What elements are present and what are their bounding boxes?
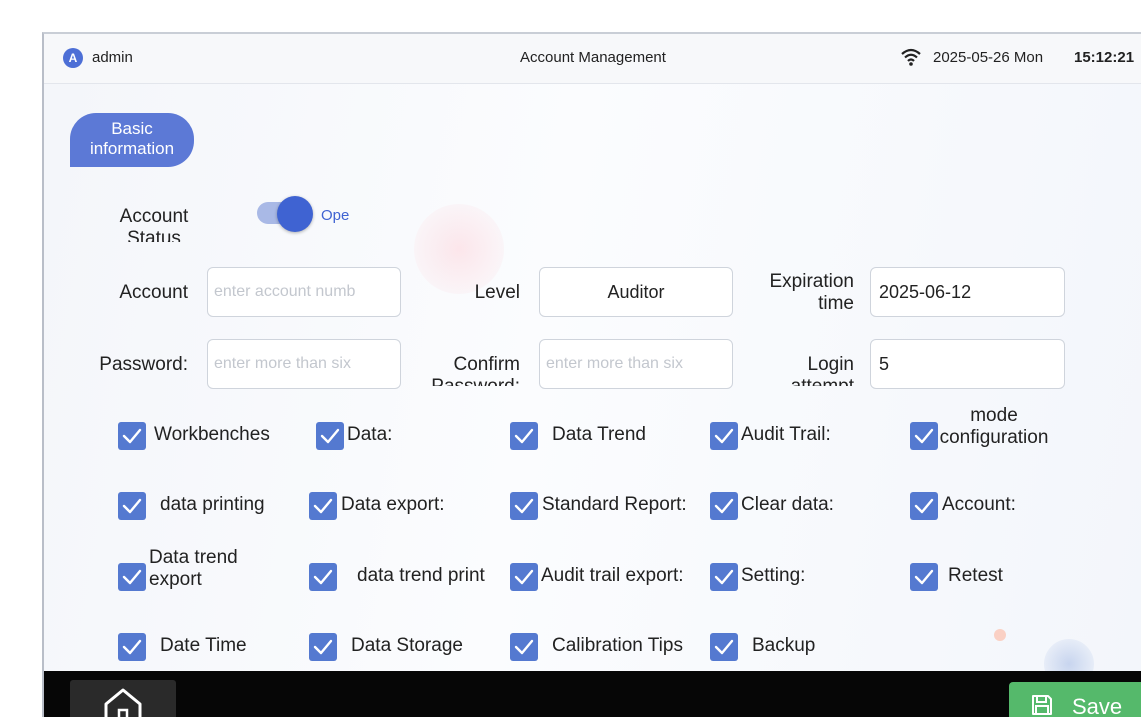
check-icon bbox=[122, 639, 142, 655]
login-attempt-label: Login attempt bbox=[791, 354, 854, 386]
background-decoration bbox=[414, 204, 504, 294]
permission-checkbox[interactable] bbox=[910, 563, 938, 591]
permission-label: data trend print bbox=[357, 565, 485, 586]
permission-label: Data export: bbox=[341, 494, 445, 515]
save-button[interactable]: Save bbox=[1009, 682, 1141, 717]
permission-checkbox[interactable] bbox=[710, 633, 738, 661]
check-icon bbox=[514, 498, 534, 514]
permission-checkbox[interactable] bbox=[118, 422, 146, 450]
permission-label: Data Storage bbox=[351, 635, 463, 656]
permission-label: Data: bbox=[347, 424, 393, 445]
toggle-knob[interactable] bbox=[277, 196, 313, 232]
check-icon bbox=[714, 569, 734, 585]
account-label: Account bbox=[119, 282, 188, 303]
permission-checkbox[interactable] bbox=[316, 422, 344, 450]
save-label: Save bbox=[1072, 694, 1123, 717]
check-icon bbox=[914, 498, 934, 514]
level-select[interactable]: Auditor bbox=[539, 267, 733, 317]
expiration-label: Expiration time bbox=[769, 271, 855, 314]
permission-label: Data trend export bbox=[149, 547, 238, 590]
account-input[interactable]: enter account numb bbox=[207, 267, 401, 317]
status-date: 2025-05-26 Mon bbox=[933, 49, 1044, 66]
account-status-label: Account Status bbox=[119, 206, 189, 242]
level-label: Level bbox=[474, 282, 520, 303]
permission-label: Audit trail export: bbox=[541, 565, 684, 586]
check-icon bbox=[313, 639, 333, 655]
permission-label: Audit Trail: bbox=[741, 424, 831, 445]
permission-label: Standard Report: bbox=[542, 494, 687, 515]
permission-label: Data Trend bbox=[552, 424, 646, 445]
permission-checkbox[interactable] bbox=[710, 422, 738, 450]
permission-label: Clear data: bbox=[741, 494, 834, 515]
background-decoration bbox=[994, 629, 1006, 641]
password-label: Password: bbox=[99, 354, 188, 375]
permission-checkbox[interactable] bbox=[309, 492, 337, 520]
expiration-date-input[interactable]: 2025-06-12 bbox=[870, 267, 1065, 317]
permission-checkbox[interactable] bbox=[710, 563, 738, 591]
check-icon bbox=[122, 428, 142, 444]
permission-label: Backup bbox=[752, 635, 816, 656]
check-icon bbox=[313, 498, 333, 514]
check-icon bbox=[714, 639, 734, 655]
permission-checkbox[interactable] bbox=[118, 633, 146, 661]
check-icon bbox=[122, 498, 142, 514]
check-icon bbox=[514, 428, 534, 444]
permission-label: Date Time bbox=[160, 635, 247, 656]
permission-checkbox[interactable] bbox=[118, 492, 146, 520]
permission-checkbox[interactable] bbox=[710, 492, 738, 520]
permission-checkbox[interactable] bbox=[118, 563, 146, 591]
permission-checkbox[interactable] bbox=[309, 563, 337, 591]
confirm-password-input[interactable]: enter more than six bbox=[539, 339, 733, 389]
permission-checkbox[interactable] bbox=[510, 633, 538, 661]
status-time: 15:12:21 bbox=[1074, 49, 1135, 66]
toggle-state-text: Ope bbox=[321, 207, 350, 224]
check-icon bbox=[714, 498, 734, 514]
permission-label: Workbenches bbox=[154, 424, 270, 445]
check-icon bbox=[514, 639, 534, 655]
home-icon bbox=[104, 688, 142, 717]
password-input[interactable]: enter more than six bbox=[207, 339, 401, 389]
bottom-bar: Save bbox=[44, 671, 1141, 717]
permission-checkbox[interactable] bbox=[309, 633, 337, 661]
permission-label: mode configuration bbox=[939, 405, 1049, 448]
device-screen: A admin Account Management 2025-05-26 Mo… bbox=[42, 32, 1141, 717]
home-button[interactable] bbox=[70, 680, 176, 717]
tab-basic-information[interactable]: Basic information bbox=[70, 113, 194, 167]
permission-checkbox[interactable] bbox=[910, 492, 938, 520]
permission-label: data printing bbox=[160, 494, 265, 515]
status-bar: A admin Account Management 2025-05-26 Mo… bbox=[44, 34, 1141, 84]
check-icon bbox=[714, 428, 734, 444]
login-attempt-input[interactable]: 5 bbox=[870, 339, 1065, 389]
permission-checkbox[interactable] bbox=[510, 492, 538, 520]
permission-label: Retest bbox=[948, 565, 1003, 586]
check-icon bbox=[514, 569, 534, 585]
permission-label: Calibration Tips bbox=[552, 635, 683, 656]
account-form: Basic information Account Status Ope Acc… bbox=[44, 84, 1141, 689]
save-icon bbox=[1032, 695, 1052, 715]
wifi-icon bbox=[901, 48, 921, 66]
check-icon bbox=[914, 569, 934, 585]
confirm-password-label: Confirm Password: bbox=[431, 354, 520, 386]
check-icon bbox=[320, 428, 340, 444]
page-title: Account Management bbox=[520, 49, 666, 66]
user-name: admin bbox=[92, 49, 133, 66]
avatar[interactable]: A bbox=[63, 48, 83, 68]
permission-label: Account: bbox=[942, 494, 1016, 515]
check-icon bbox=[122, 569, 142, 585]
permission-checkbox[interactable] bbox=[510, 563, 538, 591]
check-icon bbox=[313, 569, 333, 585]
permission-label: Setting: bbox=[741, 565, 806, 586]
permission-checkbox[interactable] bbox=[510, 422, 538, 450]
